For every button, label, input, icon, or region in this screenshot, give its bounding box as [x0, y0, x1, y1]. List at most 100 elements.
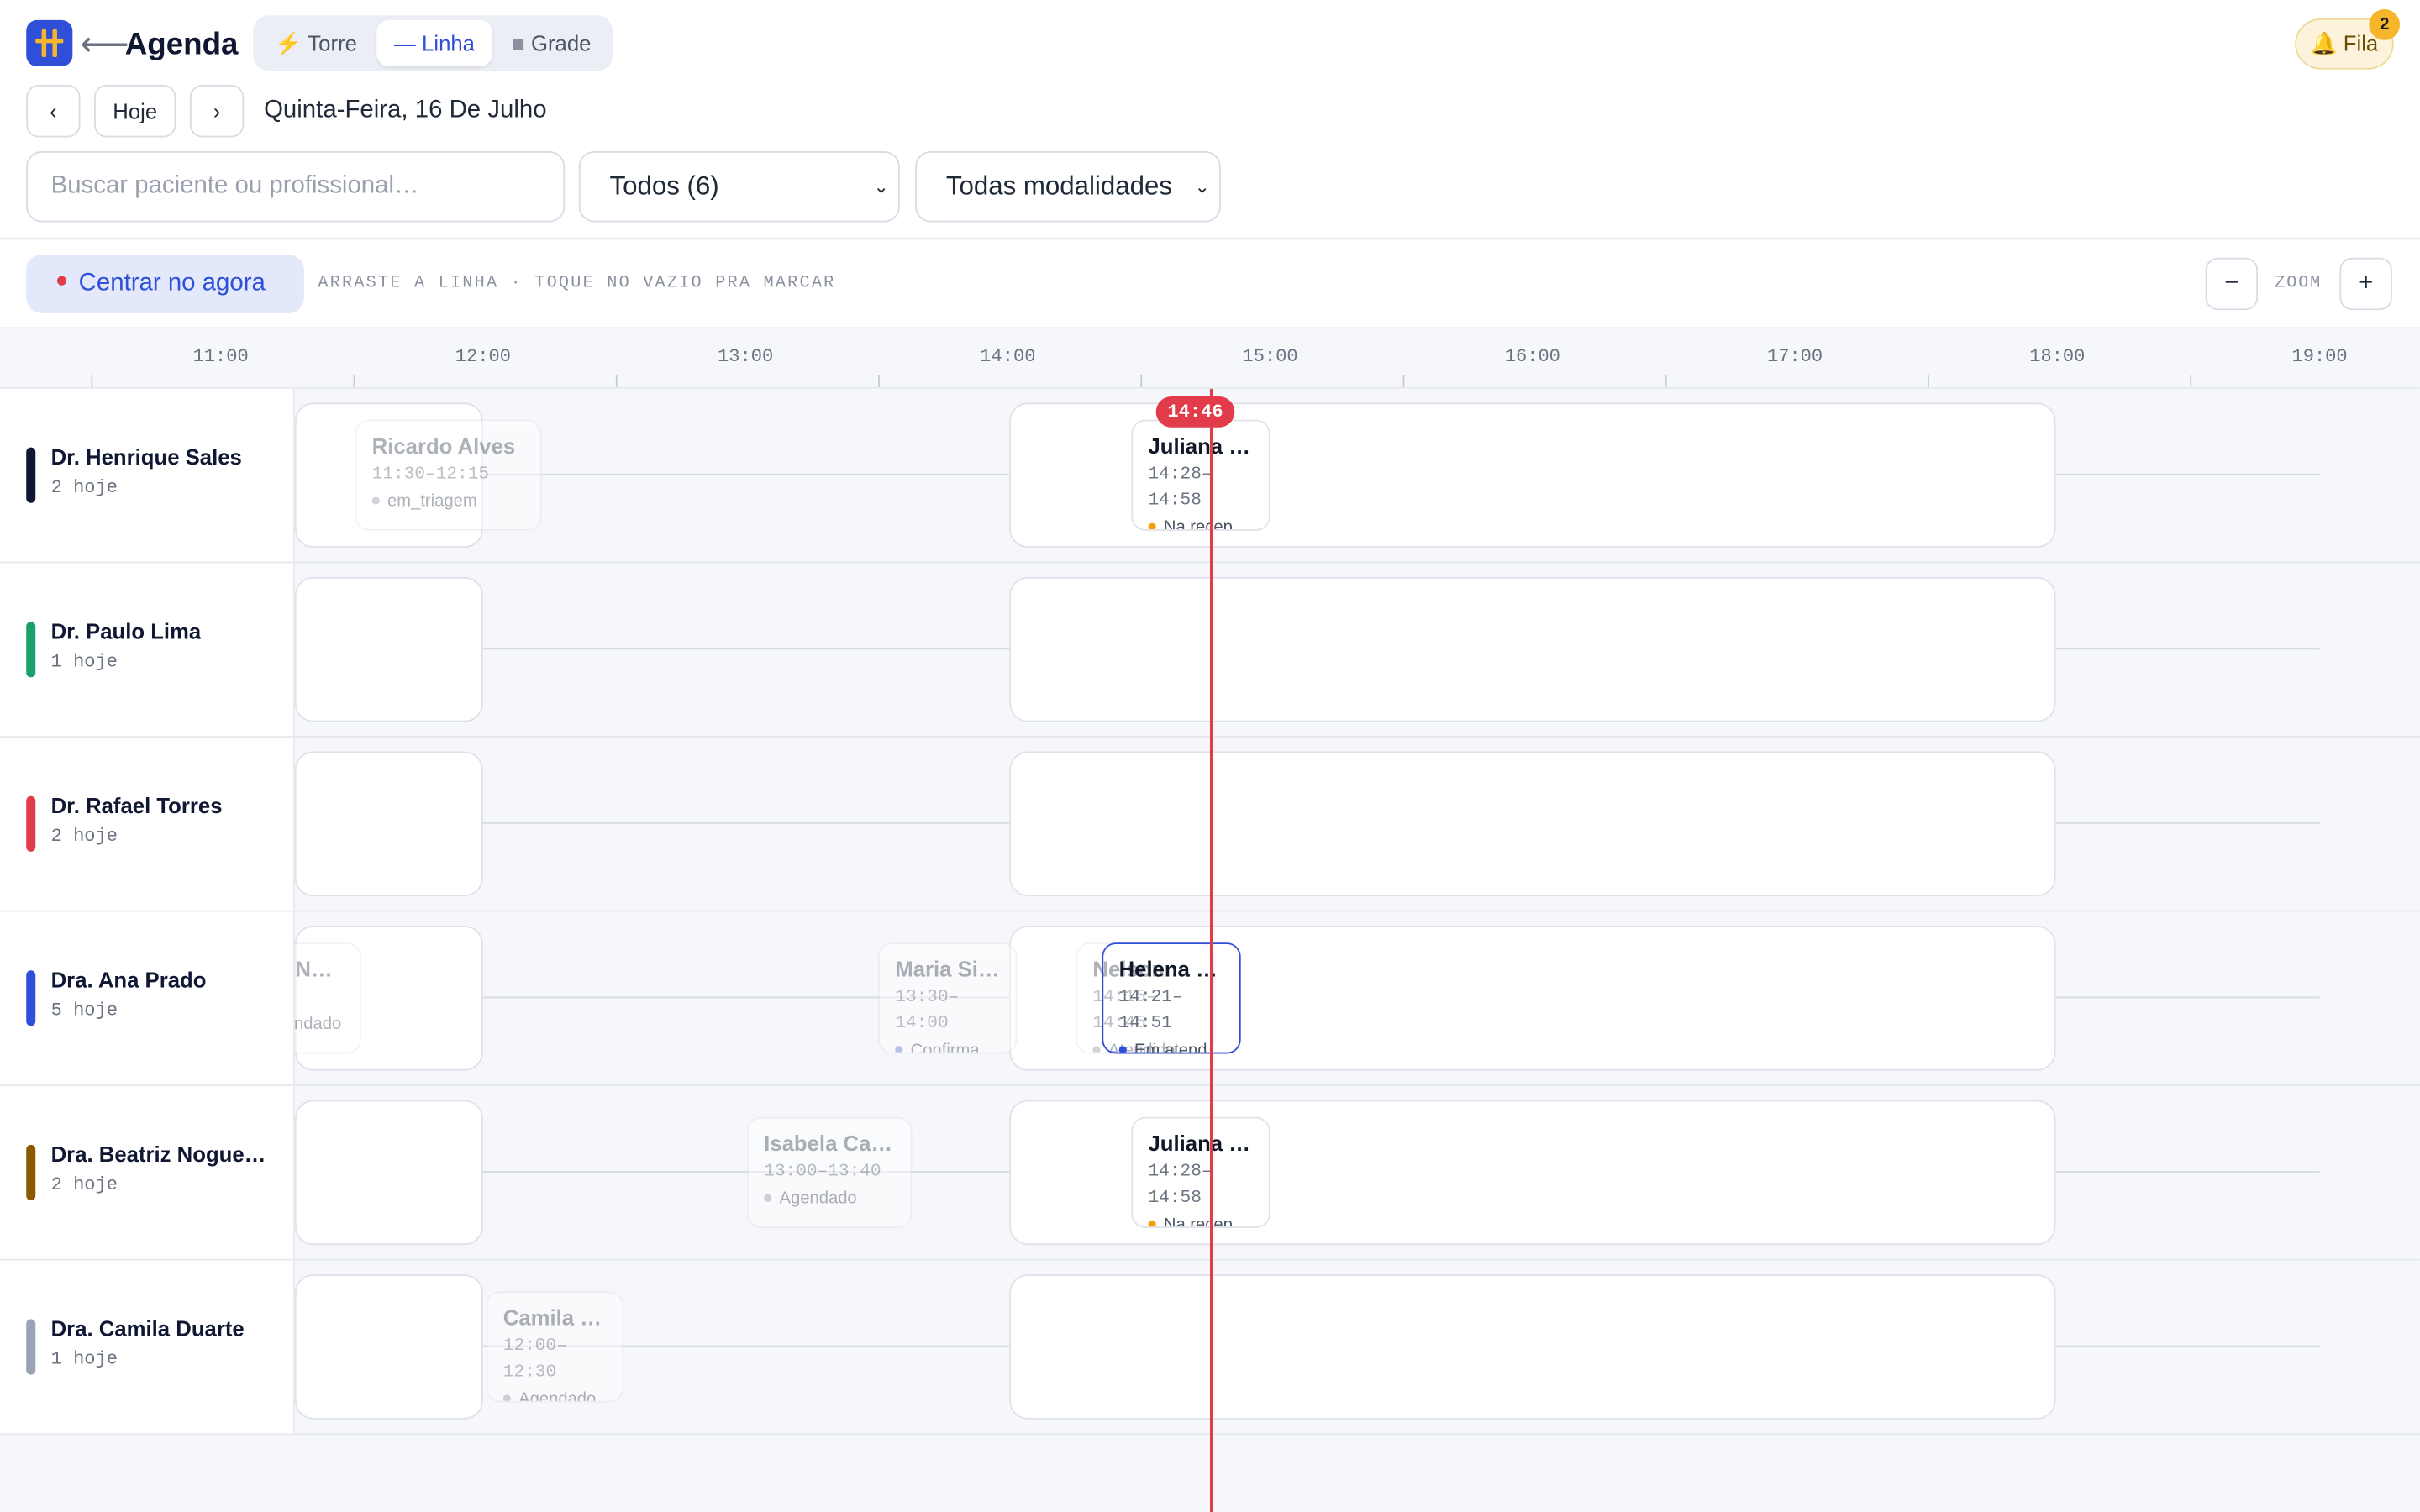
time-tick-mark [1140, 375, 1143, 388]
professional-color-bar [26, 1144, 36, 1200]
appointment-patient: Juliana … [1148, 433, 1250, 459]
arrow-left-icon[interactable]: ⟵ [81, 22, 129, 68]
prev-day-button[interactable]: ‹ [26, 85, 81, 138]
queue-button[interactable]: 🔔 Fila 2 [2295, 9, 2401, 70]
line-icon: — [393, 30, 416, 56]
availability-block[interactable] [294, 751, 483, 897]
professional-header[interactable]: Dra. Camila Duarte 1 hoje [0, 1260, 295, 1434]
view-tab-linha[interactable]: — Linha [376, 19, 492, 66]
professional-color-bar [26, 795, 36, 852]
appointment-time: 11:30–12:15 [371, 464, 490, 485]
today-button[interactable]: Hoje [94, 85, 176, 138]
status-dot-icon [764, 1193, 772, 1202]
appointment-status: Agendado [502, 1389, 607, 1401]
time-tick-label: 19:00 [2291, 345, 2348, 368]
timeline-hint: ARRASTE A LINHA · TOQUE NO VAZIO PRA MAR… [318, 274, 836, 293]
appointment-time: 13:00–13:40 [764, 1162, 881, 1182]
appointment-card[interactable]: Isabela Car… 13:00–13:40 Agendado [746, 1116, 913, 1229]
time-axis: 11:00 12:00 13:00 14:00 15:00 16:00 17:00 18:00… [0, 328, 2420, 389]
professional-name: Dra. Camila Duarte [50, 1315, 245, 1341]
time-tick-label: 16:00 [1504, 345, 1560, 368]
status-dot-icon [895, 1045, 903, 1053]
appointment-time: 12:00– 12:30 [502, 1336, 567, 1383]
appointment-card[interactable]: Ricardo Alves 11:30–12:15 em_triagem [355, 419, 542, 531]
availability-block[interactable] [294, 1274, 483, 1420]
time-tick-mark [353, 375, 355, 388]
status-dot-icon [1148, 1220, 1156, 1227]
appointment-count: 1 hoje [50, 651, 118, 673]
availability-block[interactable] [1009, 751, 2056, 897]
professional-name: Dra. Beatriz Nogue… [50, 1142, 266, 1167]
status-dot-icon [371, 496, 380, 504]
professional-select[interactable]: Todos (6) ⌄ [578, 150, 900, 223]
availability-block[interactable] [294, 1100, 483, 1246]
appointment-patient: Helena … [1118, 956, 1218, 982]
availability-block[interactable] [294, 576, 483, 722]
appointment-status: Agendado [764, 1188, 895, 1211]
time-tick-mark [1665, 375, 1667, 388]
professional-header[interactable]: Dr. Henrique Sales 2 hoje [0, 388, 295, 562]
time-tick-label: 15:00 [1242, 345, 1298, 368]
center-now-button[interactable]: Centrar no agora [26, 255, 304, 313]
appointment-time: 13:30– 14:00 [895, 987, 960, 1034]
time-tick-label: 13:00 [718, 345, 774, 368]
time-tick-mark [91, 375, 93, 388]
now-time-badge[interactable]: 14:46 [1155, 396, 1235, 428]
appointment-card[interactable]: Helena … 14:21– 14:51 Em atend [1102, 942, 1241, 1054]
now-dot-icon [56, 276, 66, 286]
status-dot-icon [1092, 1045, 1101, 1053]
view-tab-torre[interactable]: ⚡ Torre [258, 20, 374, 66]
availability-block[interactable] [1009, 1274, 2056, 1420]
availability-block[interactable] [1009, 576, 2056, 722]
appointment-time: 14:28– 14:58 [1148, 1162, 1213, 1209]
appointment-status: em_triagem [371, 491, 525, 514]
time-tick-mark [1402, 375, 1405, 388]
page-title: Agenda [124, 28, 239, 62]
appointment-status: Confirma [895, 1040, 1000, 1053]
appointment-count: 2 hoje [50, 476, 118, 499]
appointment-count: 1 hoje [50, 1348, 118, 1370]
chevron-down-icon: ⌄ [1194, 176, 1210, 198]
professional-color-bar [26, 1319, 36, 1375]
professional-color-bar [26, 447, 36, 503]
professional-name: Dr. Henrique Sales [50, 444, 242, 470]
now-line[interactable] [1209, 388, 1213, 1512]
time-tick-label: 18:00 [2029, 345, 2086, 368]
appointment-patient: Ricardo Alves [371, 433, 516, 459]
professional-header[interactable]: Dra. Ana Prado 5 hoje [0, 911, 295, 1085]
appointment-card[interactable]: Juliana … 14:28– 14:58 Na recep [1131, 419, 1270, 531]
professional-color-bar [26, 622, 36, 678]
search-input[interactable] [26, 150, 566, 223]
time-tick-label: 12:00 [455, 345, 511, 368]
status-dot-icon [1148, 522, 1156, 529]
professional-header[interactable]: Dra. Beatriz Nogue… 2 hoje [0, 1086, 295, 1259]
next-day-button[interactable]: › [189, 85, 245, 138]
appointment-time: 14:28– 14:58 [1148, 464, 1213, 511]
time-tick-mark [878, 375, 880, 388]
appointment-patient: Juliana … [1148, 1131, 1250, 1156]
appointment-card[interactable]: Juliana … 14:28– 14:58 Na recep [1131, 1116, 1270, 1229]
time-tick-label: 14:00 [980, 345, 1036, 368]
professional-header[interactable]: Dr. Rafael Torres 2 hoje [0, 737, 295, 911]
zoom-out-button[interactable]: − [2205, 257, 2259, 311]
modality-select[interactable]: Todas modalidades ⌄ [915, 150, 1221, 223]
appointment-card[interactable]: Maria Sil… 13:30– 14:00 Confirma [878, 942, 1018, 1054]
professional-header[interactable]: Dr. Paulo Lima 1 hoje [0, 563, 295, 737]
queue-count-badge: 2 [2369, 9, 2401, 40]
app-logo-icon[interactable] [26, 19, 73, 66]
appointment-count: 2 hoje [50, 1173, 118, 1196]
status-dot-icon [502, 1394, 511, 1401]
view-tab-grade[interactable]: ■ Grade [495, 20, 608, 66]
zoom-label: ZOOM [2275, 274, 2323, 293]
appointment-patient: Camila F… [502, 1305, 607, 1331]
appointment-patient: Isabela Car… [764, 1131, 896, 1156]
bell-icon: 🔔 [2310, 30, 2338, 56]
top-bar: ⟵ Agenda ⚡ Torre — Linha ■ Grade 🔔 Fila 2 ‹… [0, 0, 2420, 239]
zoom-in-button[interactable]: + [2339, 257, 2392, 311]
professional-name: Dr. Rafael Torres [50, 793, 223, 818]
appointment-status: Em atend [1118, 1040, 1224, 1053]
appointment-status: Na recep [1148, 517, 1254, 529]
professional-color-bar [26, 970, 36, 1026]
appointment-count: 5 hoje [50, 1000, 118, 1021]
appointment-card[interactable]: Camila F… 12:00– 12:30 Agendado [486, 1291, 624, 1403]
